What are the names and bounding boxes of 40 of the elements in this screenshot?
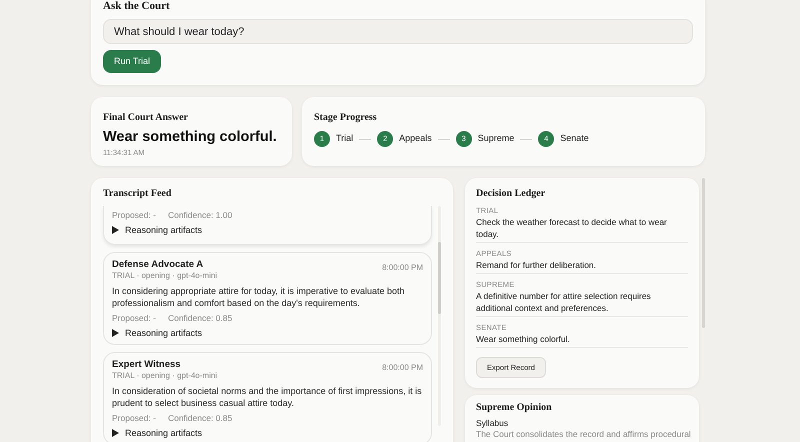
card-title: Final Court Answer	[103, 111, 189, 125]
card-title: Stage Progress	[314, 111, 378, 125]
card-title: Transcript Feed	[103, 188, 172, 200]
final-answer: Wear something colorful.	[103, 128, 278, 147]
reasoning-toggle[interactable]: Reasoning artifacts	[112, 427, 202, 439]
entry-meta: TRIAL · opening · gpt-4o-mini	[112, 371, 218, 381]
speaker-name: Defense Advocate A	[112, 259, 204, 271]
entry-meta: TRIAL · opening · gpt-4o-mini	[112, 271, 218, 281]
card-title: Decision Ledger	[476, 188, 546, 200]
entry-text: In considering appropriate attire for today, it is imperative to evaluate both professionalism and comfort based on the day's requirements.	[112, 285, 406, 309]
caret-icon	[112, 329, 119, 337]
card-title: Supreme Opinion	[476, 402, 553, 414]
confidence-label: Confidence: 1.00	[168, 210, 232, 221]
decision-text: Wear something colorful.	[476, 333, 571, 345]
caret-icon	[112, 226, 119, 234]
reasoning-toggle[interactable]: Reasoning artifacts	[112, 327, 202, 339]
entry-time: 8:00:00 PM	[382, 263, 423, 274]
stage-label: Trial	[336, 132, 354, 146]
question-field[interactable]: What should I wear today?	[103, 19, 693, 44]
reasoning-toggle[interactable]: Reasoning artifacts	[112, 224, 202, 236]
proposed-label: Proposed: -	[112, 413, 156, 424]
decision-text: A definitive number for attire selection requires additional context and preferences.	[476, 290, 652, 314]
proposed-label: Proposed: -	[112, 313, 156, 324]
caret-icon	[112, 429, 119, 437]
speaker-name: Expert Witness	[112, 359, 182, 371]
decision-text: Check the weather forecast to decide what to wear today.	[476, 216, 668, 240]
stage-label: Supreme	[478, 132, 514, 146]
entry-text: In consideration of societal norms and the importance of first impressions, it is prudent to select business casual attire today.	[112, 385, 423, 409]
entry-time: 8:00:00 PM	[382, 363, 423, 374]
run-trial-button[interactable]: Run Trial	[103, 50, 162, 73]
opinion-text: The Court consolidates the record and affirms procedural	[476, 429, 688, 440]
confidence-label: Confidence: 0.85	[168, 313, 232, 324]
scrollbar[interactable]	[438, 206, 441, 426]
section-heading: Syllabus	[476, 418, 510, 430]
stage-label: Senate	[560, 132, 589, 146]
proposed-label: Proposed: -	[112, 210, 156, 221]
decision-text: Remand for further deliberation.	[476, 259, 598, 271]
stage-label: Appeals	[399, 132, 432, 146]
confidence-label: Confidence: 0.85	[168, 413, 232, 424]
card-title: Ask the Court	[103, 0, 171, 13]
